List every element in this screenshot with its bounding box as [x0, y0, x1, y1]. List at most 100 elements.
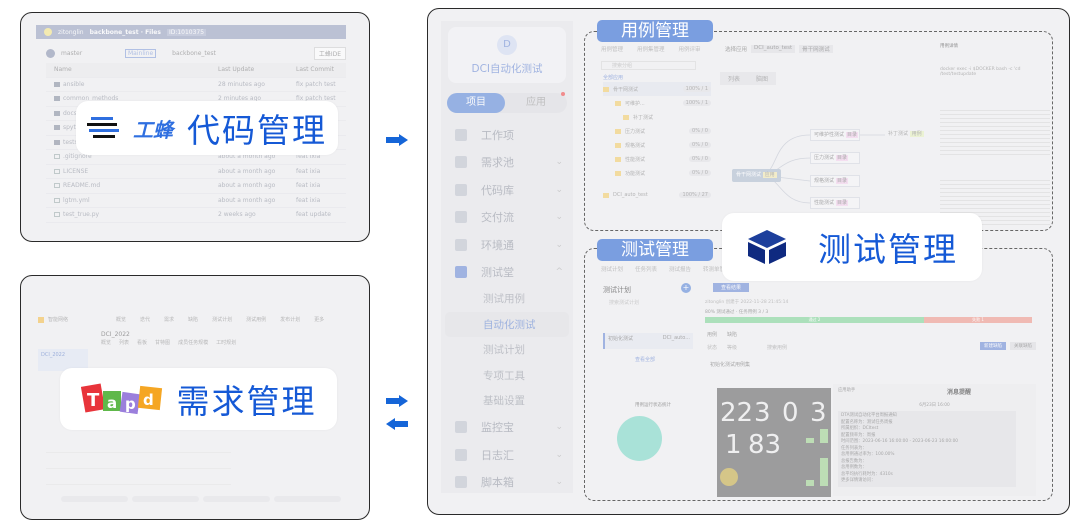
sidebar-item[interactable]: 环境通 ⌄ [441, 231, 573, 259]
file-link[interactable]: docs [63, 110, 77, 117]
file-commit[interactable]: fix patch test [296, 81, 336, 88]
chevron-up-icon: ^ [555, 267, 563, 278]
nav-item[interactable]: 概览 [116, 316, 126, 323]
sidebar-item[interactable]: 交付流 ⌄ [441, 204, 573, 232]
file-link[interactable]: test_true.py [63, 211, 99, 218]
platform-panel: D DCI自动化测试 项目 应用 工作项 需求池 ⌄ 代码库 ⌄ 交付流 ⌄ 环境通 ⌄ 测试堂 ^… [427, 8, 1070, 515]
branch-select[interactable]: master [61, 50, 119, 57]
file-commit[interactable]: feat ixia [296, 168, 320, 175]
folder-icon [54, 96, 60, 102]
sidebar-item[interactable]: 工作项 [441, 121, 573, 149]
col-name: Name [54, 66, 72, 74]
toggle-app[interactable]: 应用 [505, 93, 567, 113]
sprint-tab[interactable]: 概览 [101, 339, 111, 346]
sidebar-item[interactable]: 脚本箱 ⌄ [441, 469, 573, 497]
case-section-frame [584, 31, 1053, 231]
submenu-item[interactable]: 测试用例 [445, 286, 569, 312]
gongfeng-logo-icon [87, 117, 119, 138]
file-row[interactable]: lgtm.yml about a month ago feat ixia [46, 194, 346, 208]
file-name: lgtm.yml [54, 197, 218, 204]
submenu-item[interactable]: 测试计划 [445, 337, 569, 363]
sidebar-item[interactable]: 监控宝 ⌄ [441, 414, 573, 442]
svg-text:a: a [107, 394, 117, 412]
sidebar-item-label: 需求池 [481, 156, 514, 170]
chevron-down-icon: ⌄ [555, 212, 563, 223]
file-commit[interactable]: feat update [296, 211, 331, 218]
sprint-tab[interactable]: 成员任务规模 [178, 339, 208, 346]
nav-item[interactable]: 发布计划 [280, 316, 300, 323]
chevron-down-icon: ⌄ [555, 422, 563, 433]
file-link[interactable]: lgtm.yml [63, 197, 90, 204]
sidebar-item-label: 交付流 [481, 211, 514, 225]
file-link[interactable]: README.md [63, 182, 100, 189]
nav-item[interactable]: 测试计划 [212, 316, 232, 323]
sprint-tab[interactable]: 甘特图 [155, 339, 170, 346]
toggle-project[interactable]: 项目 [447, 93, 505, 113]
sprint-tab[interactable]: 工时规划 [216, 339, 236, 346]
sprint-tab[interactable]: 列表 [119, 339, 129, 346]
file-updated: about a month ago [218, 182, 276, 190]
menu-icon [455, 421, 467, 434]
notification-dot [561, 92, 565, 96]
sprint-tab[interactable]: 看板 [137, 339, 147, 346]
overlay-title: 测试管理 [818, 230, 958, 269]
file-name: ansible [54, 81, 218, 88]
nav-item[interactable]: 需求 [164, 316, 174, 323]
sidebar-item[interactable]: 需求池 ⌄ [441, 149, 573, 177]
app-name: 智能网络 [48, 317, 69, 323]
nav-item[interactable]: 缺陷 [188, 316, 198, 323]
case-section-label: 用例管理 [597, 20, 713, 42]
sidebar-item-label: 代码库 [481, 183, 514, 197]
test-overlay-card: 测试管理 [722, 213, 982, 281]
menu-icon [455, 183, 467, 196]
breadcrumb-user[interactable]: zitonglin [58, 29, 84, 36]
nav-item[interactable]: 迭代 [140, 316, 150, 323]
file-commit[interactable]: feat ixia [296, 197, 320, 204]
overlay-title: 代码管理 [187, 111, 327, 150]
sprint-title: DCI_2022 [101, 331, 130, 338]
mode-toggle: 项目 应用 [447, 92, 567, 113]
ide-button[interactable]: 工蜂IDE [313, 47, 346, 60]
chevron-down-icon: ⌄ [555, 477, 563, 488]
sidebar-item[interactable]: 测试堂 ^ [441, 259, 573, 287]
file-row[interactable]: test_true.py 2 weeks ago feat update [46, 208, 346, 223]
chevron-down-icon: ⌄ [555, 239, 563, 250]
repo-id: ID:1010375 [166, 28, 207, 36]
req-overlay-card: T a p d 需求管理 [60, 368, 337, 430]
menu-icon [455, 476, 467, 489]
file-row[interactable]: ansible 28 minutes ago fix patch test [46, 78, 346, 92]
submenu-item[interactable]: 自动化测试 [445, 311, 569, 337]
file-link[interactable]: LICENSE [63, 168, 88, 175]
svg-text:T: T [87, 390, 100, 411]
file-name: README.md [54, 182, 218, 189]
sidebar-item[interactable]: 日志汇 ⌄ [441, 441, 573, 469]
svg-text:d: d [143, 391, 154, 409]
file-icon [54, 183, 60, 189]
menu-icon [455, 266, 467, 279]
gongfeng-logo-text: 工蜂 [133, 117, 173, 142]
file-row[interactable]: LICENSE about a month ago feat ixia [46, 165, 346, 179]
nav-item[interactable]: 测试用例 [246, 316, 266, 323]
project-card[interactable]: D DCI自动化测试 [448, 27, 566, 83]
breadcrumb-repo[interactable]: backbone_test · Files [90, 29, 161, 36]
sidebar-item-label: 工作项 [481, 128, 514, 142]
file-link[interactable]: ansible [63, 81, 84, 88]
submenu-item[interactable]: 基础设置 [445, 388, 569, 414]
path[interactable]: backbone_test [172, 50, 216, 57]
project-avatar: D [497, 35, 517, 55]
arrow-right-icon [386, 134, 408, 146]
requirement-management-panel: 智能网络 概览 迭代 需求 缺陷 测试计划 测试用例 发布计划 更多 DCI_2022 DCI… [20, 275, 370, 520]
nav-item[interactable]: 更多 [314, 316, 324, 323]
file-icon [54, 212, 60, 218]
sidebar: D DCI自动化测试 项目 应用 工作项 需求池 ⌄ 代码库 ⌄ 交付流 ⌄ 环境通 ⌄ 测试堂 ^… [441, 21, 573, 493]
sidebar-item[interactable]: 代码库 ⌄ [441, 176, 573, 204]
submenu-item[interactable]: 专项工具 [445, 363, 569, 389]
folder-icon [54, 81, 60, 87]
file-updated: 2 weeks ago [218, 211, 256, 219]
file-commit[interactable]: feat ixia [296, 182, 320, 189]
code-overlay-card: 工蜂 代码管理 [76, 101, 338, 155]
file-row[interactable]: README.md about a month ago feat ixia [46, 179, 346, 194]
sprint-tabs: 概览 列表 看板 甘特图 成员任务规模 工时规划 [101, 339, 236, 346]
sidebar-item-label: 监控宝 [481, 421, 514, 435]
arrow-left-icon [386, 418, 408, 430]
